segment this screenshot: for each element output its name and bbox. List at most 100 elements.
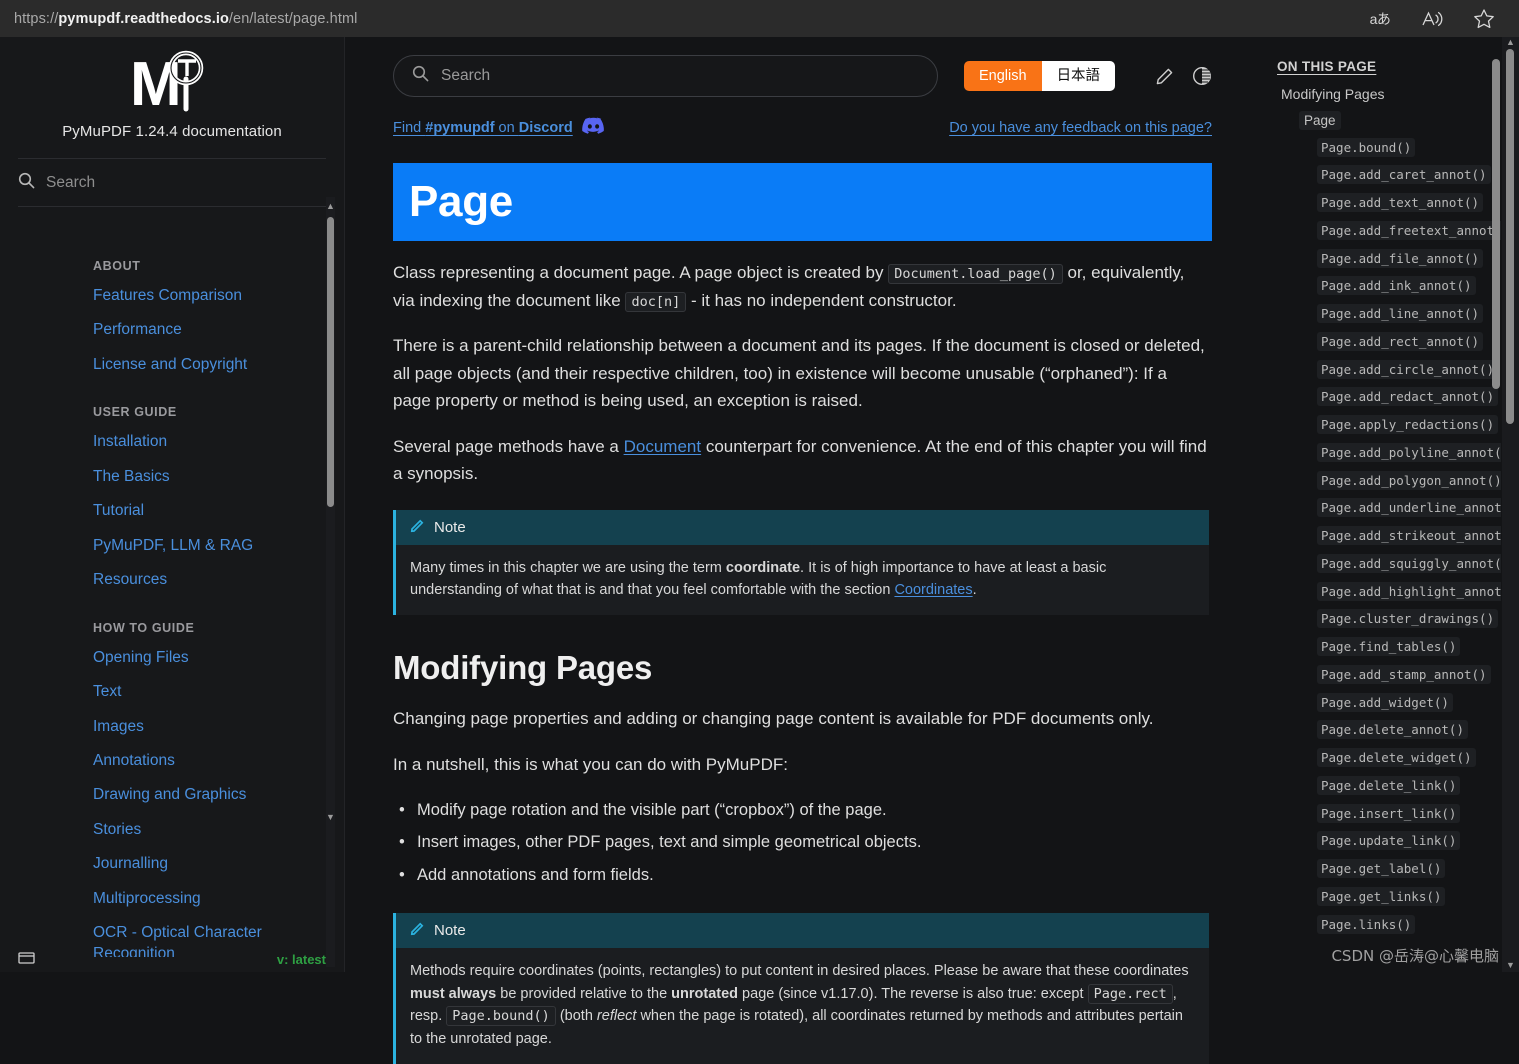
- note-body: Many times in this chapter we are using …: [393, 544, 1209, 616]
- note1-text-a: Many times in this chapter we are using …: [410, 559, 726, 576]
- translate-icon[interactable]: aあ: [1367, 6, 1393, 32]
- toc-item-page-find-tables[interactable]: Page.find_tables(): [1317, 637, 1495, 657]
- read-aloud-icon[interactable]: [1419, 6, 1445, 32]
- toc-item-label: Page.get_label(): [1317, 859, 1446, 879]
- sidebar-item-tutorial[interactable]: Tutorial: [93, 501, 283, 521]
- toc-item-page-add-strikeout-annot[interactable]: Page.add_strikeout_annot(): [1317, 526, 1501, 546]
- sidebar-item-license-and-copyright[interactable]: License and Copyright: [93, 355, 283, 375]
- sidebar-scrollbar[interactable]: ▲ ▼: [326, 197, 335, 967]
- sidebar-nav: ABOUT Features Comparison Performance Licen…: [0, 237, 345, 957]
- toc-item-label: Page.bound(): [1317, 137, 1416, 157]
- sidebar-item-performance[interactable]: Performance: [93, 320, 283, 340]
- feedback-link[interactable]: Do you have any feedback on this page?: [949, 120, 1212, 136]
- contrast-theme-toggle-icon[interactable]: [1192, 66, 1212, 86]
- intro-text-a: Class representing a document page. A pa…: [393, 263, 889, 282]
- toc-item-page-get-links[interactable]: Page.get_links(): [1317, 886, 1495, 906]
- sidebar-item-pymupdf-llm-rag[interactable]: PyMuPDF, LLM & RAG: [93, 536, 283, 556]
- toc-item-page-delete-annot[interactable]: Page.delete_annot(): [1317, 720, 1495, 740]
- brand-block[interactable]: M PyMuPDF 1.24.4 documentation: [0, 37, 344, 140]
- toc-item-page[interactable]: Page: [1299, 111, 1495, 131]
- coordinates-link[interactable]: Coordinates: [894, 582, 972, 598]
- page-scroll-up-arrow[interactable]: ▲: [1502, 37, 1519, 47]
- toc-item-page-add-file-annot[interactable]: Page.add_file_annot(): [1317, 248, 1495, 268]
- sidebar-item-journalling[interactable]: Journalling: [93, 854, 283, 874]
- discord-link[interactable]: Find #pymupdf on Discord: [393, 117, 605, 139]
- page-scrollbar[interactable]: ▲ ▼: [1502, 37, 1519, 972]
- toc-item-page-add-redact-annot[interactable]: Page.add_redact_annot(): [1317, 387, 1499, 407]
- note2-text-e: (both: [555, 1008, 597, 1025]
- toc-scrollbar[interactable]: [1492, 59, 1500, 939]
- sidebar-item-resources[interactable]: Resources: [93, 570, 283, 590]
- sidebar-item-drawing-and-graphics[interactable]: Drawing and Graphics: [93, 785, 283, 805]
- book-icon: [18, 951, 35, 968]
- toc-item-page-add-squiggly-annot[interactable]: Page.add_squiggly_annot(): [1317, 553, 1501, 573]
- language-button-english[interactable]: English: [964, 60, 1042, 92]
- toc-item-page-bound[interactable]: Page.bound(): [1317, 137, 1495, 157]
- toc-item-label: Page.find_tables(): [1317, 637, 1461, 657]
- sidebar-caption-about: ABOUT: [93, 259, 141, 273]
- toc-item-label: Page.add_widget(): [1317, 692, 1453, 712]
- toc-item-page-add-circle-annot[interactable]: Page.add_circle_annot(): [1317, 359, 1499, 379]
- discord-prefix: Find: [393, 120, 426, 136]
- toc-item-page-add-text-annot[interactable]: Page.add_text_annot(): [1317, 193, 1495, 213]
- toc-item-page-cluster-drawings[interactable]: Page.cluster_drawings(): [1317, 609, 1499, 629]
- toc-item-page-delete-widget[interactable]: Page.delete_widget(): [1317, 748, 1495, 768]
- sidebar-item-the-basics[interactable]: The Basics: [93, 467, 283, 487]
- search-input[interactable]: Search: [393, 55, 938, 97]
- note2-bold-must-always: must always: [410, 985, 497, 1002]
- search-icon: [412, 65, 429, 87]
- sidebar-scroll-down-arrow[interactable]: ▼: [326, 812, 335, 822]
- toc-item-page-insert-link[interactable]: Page.insert_link(): [1317, 803, 1495, 823]
- sidebar-item-images[interactable]: Images: [93, 717, 283, 737]
- toc-item-label: Page.cluster_drawings(): [1317, 609, 1499, 629]
- toc-item-page-add-widget[interactable]: Page.add_widget(): [1317, 692, 1495, 712]
- sidebar-item-annotations[interactable]: Annotations: [93, 751, 283, 771]
- toc-item-page-delete-link[interactable]: Page.delete_link(): [1317, 775, 1495, 795]
- toc-item-page-add-rect-annot[interactable]: Page.add_rect_annot(): [1317, 331, 1495, 351]
- note2-bold-unrotated: unrotated: [671, 985, 739, 1002]
- toc-item-page-add-underline-annot[interactable]: Page.add_underline_annot(): [1317, 498, 1501, 518]
- sidebar-scroll-up-arrow[interactable]: ▲: [326, 201, 335, 211]
- code-document-load-page: Document.load_page(): [888, 264, 1063, 284]
- toc-item-page-add-caret-annot[interactable]: Page.add_caret_annot(): [1317, 165, 1495, 185]
- document-link[interactable]: Document: [624, 437, 701, 456]
- toc-item-page-get-label[interactable]: Page.get_label(): [1317, 859, 1495, 879]
- toc-item-page-add-stamp-annot[interactable]: Page.add_stamp_annot(): [1317, 664, 1495, 684]
- address-bar[interactable]: https://pymupdf.readthedocs.io/en/latest…: [14, 11, 357, 27]
- page-scroll-down-arrow[interactable]: ▼: [1502, 960, 1519, 970]
- toc-item-page-add-freetext-annot[interactable]: Page.add_freetext_annot(): [1317, 220, 1501, 240]
- sidebar-item-opening-files[interactable]: Opening Files: [93, 648, 283, 668]
- toc-item-label: Page.add_underline_annot(): [1317, 498, 1501, 518]
- sidebar-scrollbar-thumb[interactable]: [327, 217, 334, 507]
- note-header: Note: [393, 509, 1209, 545]
- toc-item-page-links[interactable]: Page.links(): [1317, 914, 1495, 934]
- toc-item-page-add-line-annot[interactable]: Page.add_line_annot(): [1317, 304, 1495, 324]
- toc-item-modifying-pages[interactable]: Modifying Pages: [1281, 85, 1495, 103]
- sidebar-item-multiprocessing[interactable]: Multiprocessing: [93, 889, 283, 909]
- sidebar-item-stories[interactable]: Stories: [93, 820, 283, 840]
- page-title: Page: [409, 177, 513, 226]
- note1-text-c: .: [972, 582, 977, 599]
- version-label[interactable]: v: latest: [277, 952, 326, 967]
- sidebar-item-text[interactable]: Text: [93, 682, 283, 702]
- page-scrollbar-thumb[interactable]: [1506, 49, 1514, 424]
- toc-item-page-add-ink-annot[interactable]: Page.add_ink_annot(): [1317, 276, 1495, 296]
- sidebar-item-features-comparison[interactable]: Features Comparison: [93, 286, 283, 306]
- language-button-japanese[interactable]: 日本語: [1041, 60, 1116, 92]
- sidebar-search-input[interactable]: Search: [18, 159, 326, 207]
- modifying-pages-paragraph: Changing page properties and adding or c…: [393, 709, 1154, 729]
- toc-scrollbar-thumb[interactable]: [1492, 59, 1500, 389]
- toc-item-label: Page.delete_link(): [1317, 775, 1461, 795]
- toc-item-label: Page.get_links(): [1317, 886, 1446, 906]
- toc-item-page-update-link[interactable]: Page.update_link(): [1317, 831, 1495, 851]
- version-bar[interactable]: v: latest: [0, 946, 344, 972]
- toc-item-page-add-polygon-annot[interactable]: Page.add_polygon_annot(): [1317, 470, 1501, 490]
- toc-item-page-add-highlight-annot[interactable]: Page.add_highlight_annot(): [1317, 581, 1501, 601]
- sidebar-item-installation[interactable]: Installation: [93, 432, 283, 452]
- pencil-edit-icon[interactable]: [1155, 67, 1174, 86]
- toc-item-label: Page.add_rect_annot(): [1317, 331, 1484, 351]
- toc-item-page-add-polyline-annot[interactable]: Page.add_polyline_annot(): [1317, 442, 1501, 462]
- toc-item-page-apply-redactions[interactable]: Page.apply_redactions(): [1317, 415, 1499, 435]
- discord-icon[interactable]: [581, 117, 605, 139]
- favorite-star-icon[interactable]: [1471, 6, 1497, 32]
